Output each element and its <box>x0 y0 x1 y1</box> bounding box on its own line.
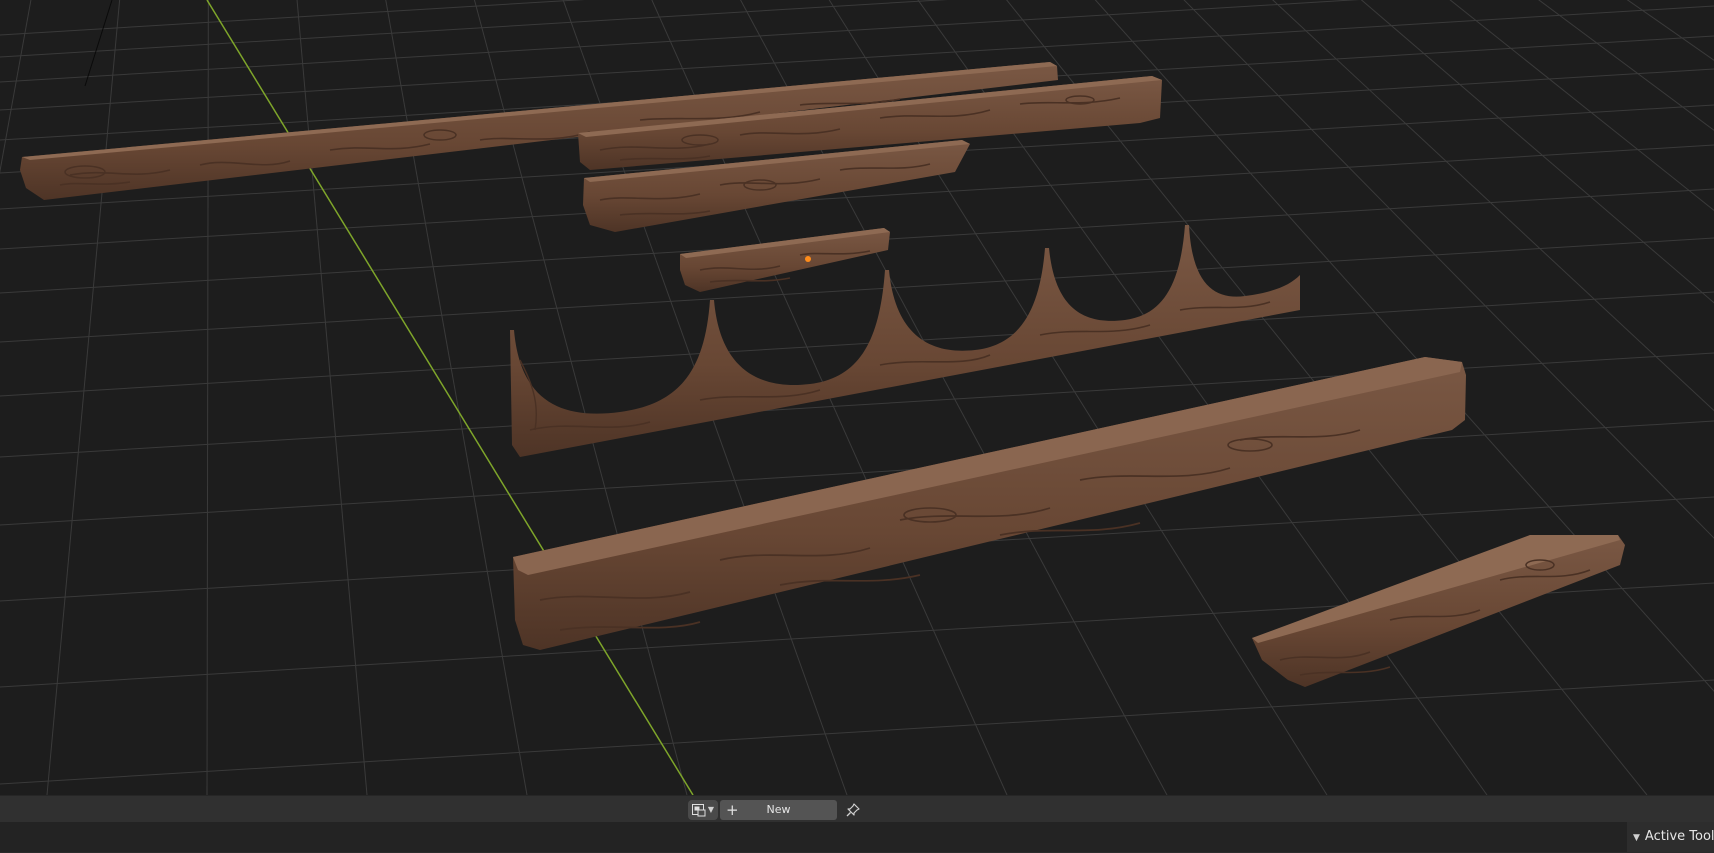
chevron-down-icon: ▼ <box>707 805 715 814</box>
new-image-button[interactable]: + New <box>720 800 837 820</box>
small-plank[interactable] <box>680 228 890 292</box>
short-plank[interactable] <box>1252 535 1625 687</box>
triangle-down-icon: ▼ <box>1633 833 1640 843</box>
3d-viewport[interactable] <box>0 0 1714 795</box>
active-tool-tab[interactable]: ▼ Active Tool <box>1627 822 1714 852</box>
pin-button[interactable] <box>842 800 864 820</box>
image-editor-icon <box>691 803 706 816</box>
new-image-label: New <box>766 803 791 816</box>
pin-icon <box>846 803 860 817</box>
large-beam[interactable] <box>513 357 1466 650</box>
object-origin-dot <box>805 256 811 262</box>
editor-type-button[interactable]: ▼ <box>688 800 718 820</box>
bottom-region: ▼ Active Tool <box>0 822 1714 852</box>
active-tool-label: Active Tool <box>1644 829 1714 844</box>
image-editor-header: ▼ + New <box>0 795 1714 823</box>
z-axis-line <box>84 0 113 87</box>
